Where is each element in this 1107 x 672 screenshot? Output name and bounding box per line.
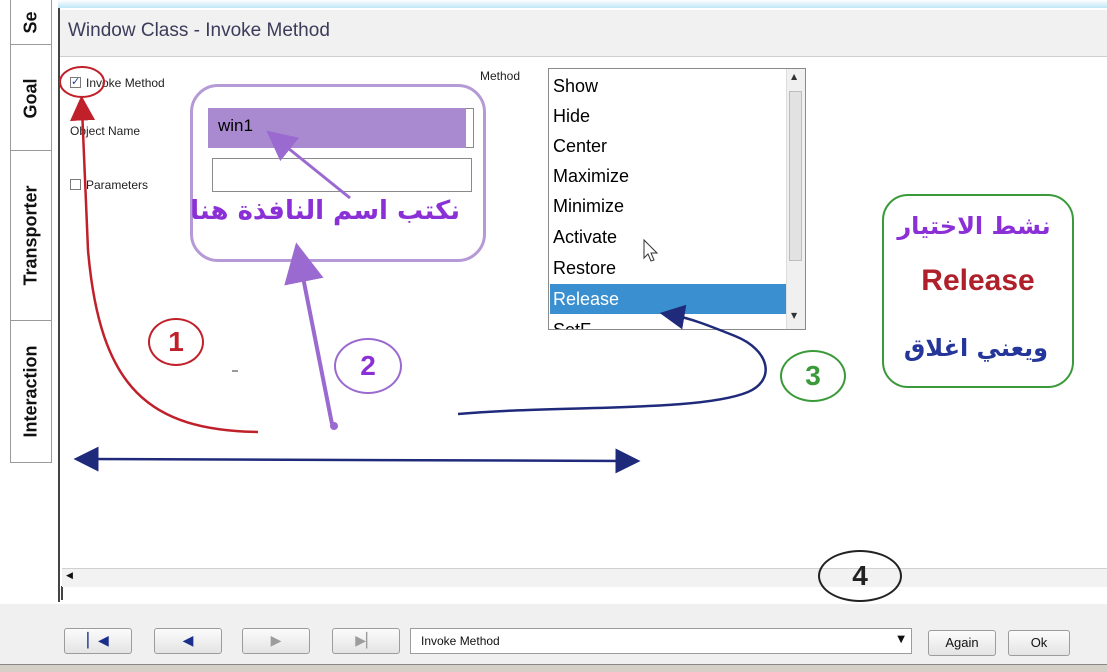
arrow-to-object-name (266, 130, 351, 200)
arrow-step-2-dot (330, 422, 338, 430)
ok-button[interactable]: Ok (1008, 630, 1070, 656)
arrow-step-2 (284, 242, 334, 425)
last-record-button[interactable]: ▶▏ (332, 628, 400, 654)
step-3-badge: 3 (780, 350, 846, 402)
chevron-down-icon[interactable]: ▼ (897, 634, 905, 645)
first-icon: ▏◀ (87, 633, 109, 649)
step-2-badge: 2 (334, 338, 402, 394)
scroll-left-icon[interactable]: ◀ (66, 571, 73, 581)
again-button[interactable]: Again (928, 630, 996, 656)
step-4-badge: 4 (818, 550, 902, 602)
last-icon: ▶▏ (355, 633, 377, 649)
method-combo[interactable]: Invoke Method ▼ (410, 628, 912, 654)
step-1-badge: 1 (148, 318, 204, 366)
horizontal-scrollbar[interactable]: ◀ (62, 568, 1107, 587)
arrow-double-horizontal (73, 446, 641, 474)
mouse-cursor-icon (643, 238, 659, 262)
next-icon: ▶ (270, 633, 282, 649)
method-combo-value: Invoke Method (421, 634, 500, 648)
previous-icon: ◀ (182, 633, 194, 649)
previous-record-button[interactable]: ◀ (154, 628, 222, 654)
arrow-step-1 (70, 95, 259, 434)
highlight-checkbox-ellipse (59, 66, 105, 98)
first-record-button[interactable]: ▏◀ (64, 628, 132, 654)
next-record-button[interactable]: ▶ (242, 628, 310, 654)
arrow-step-3 (457, 304, 767, 416)
